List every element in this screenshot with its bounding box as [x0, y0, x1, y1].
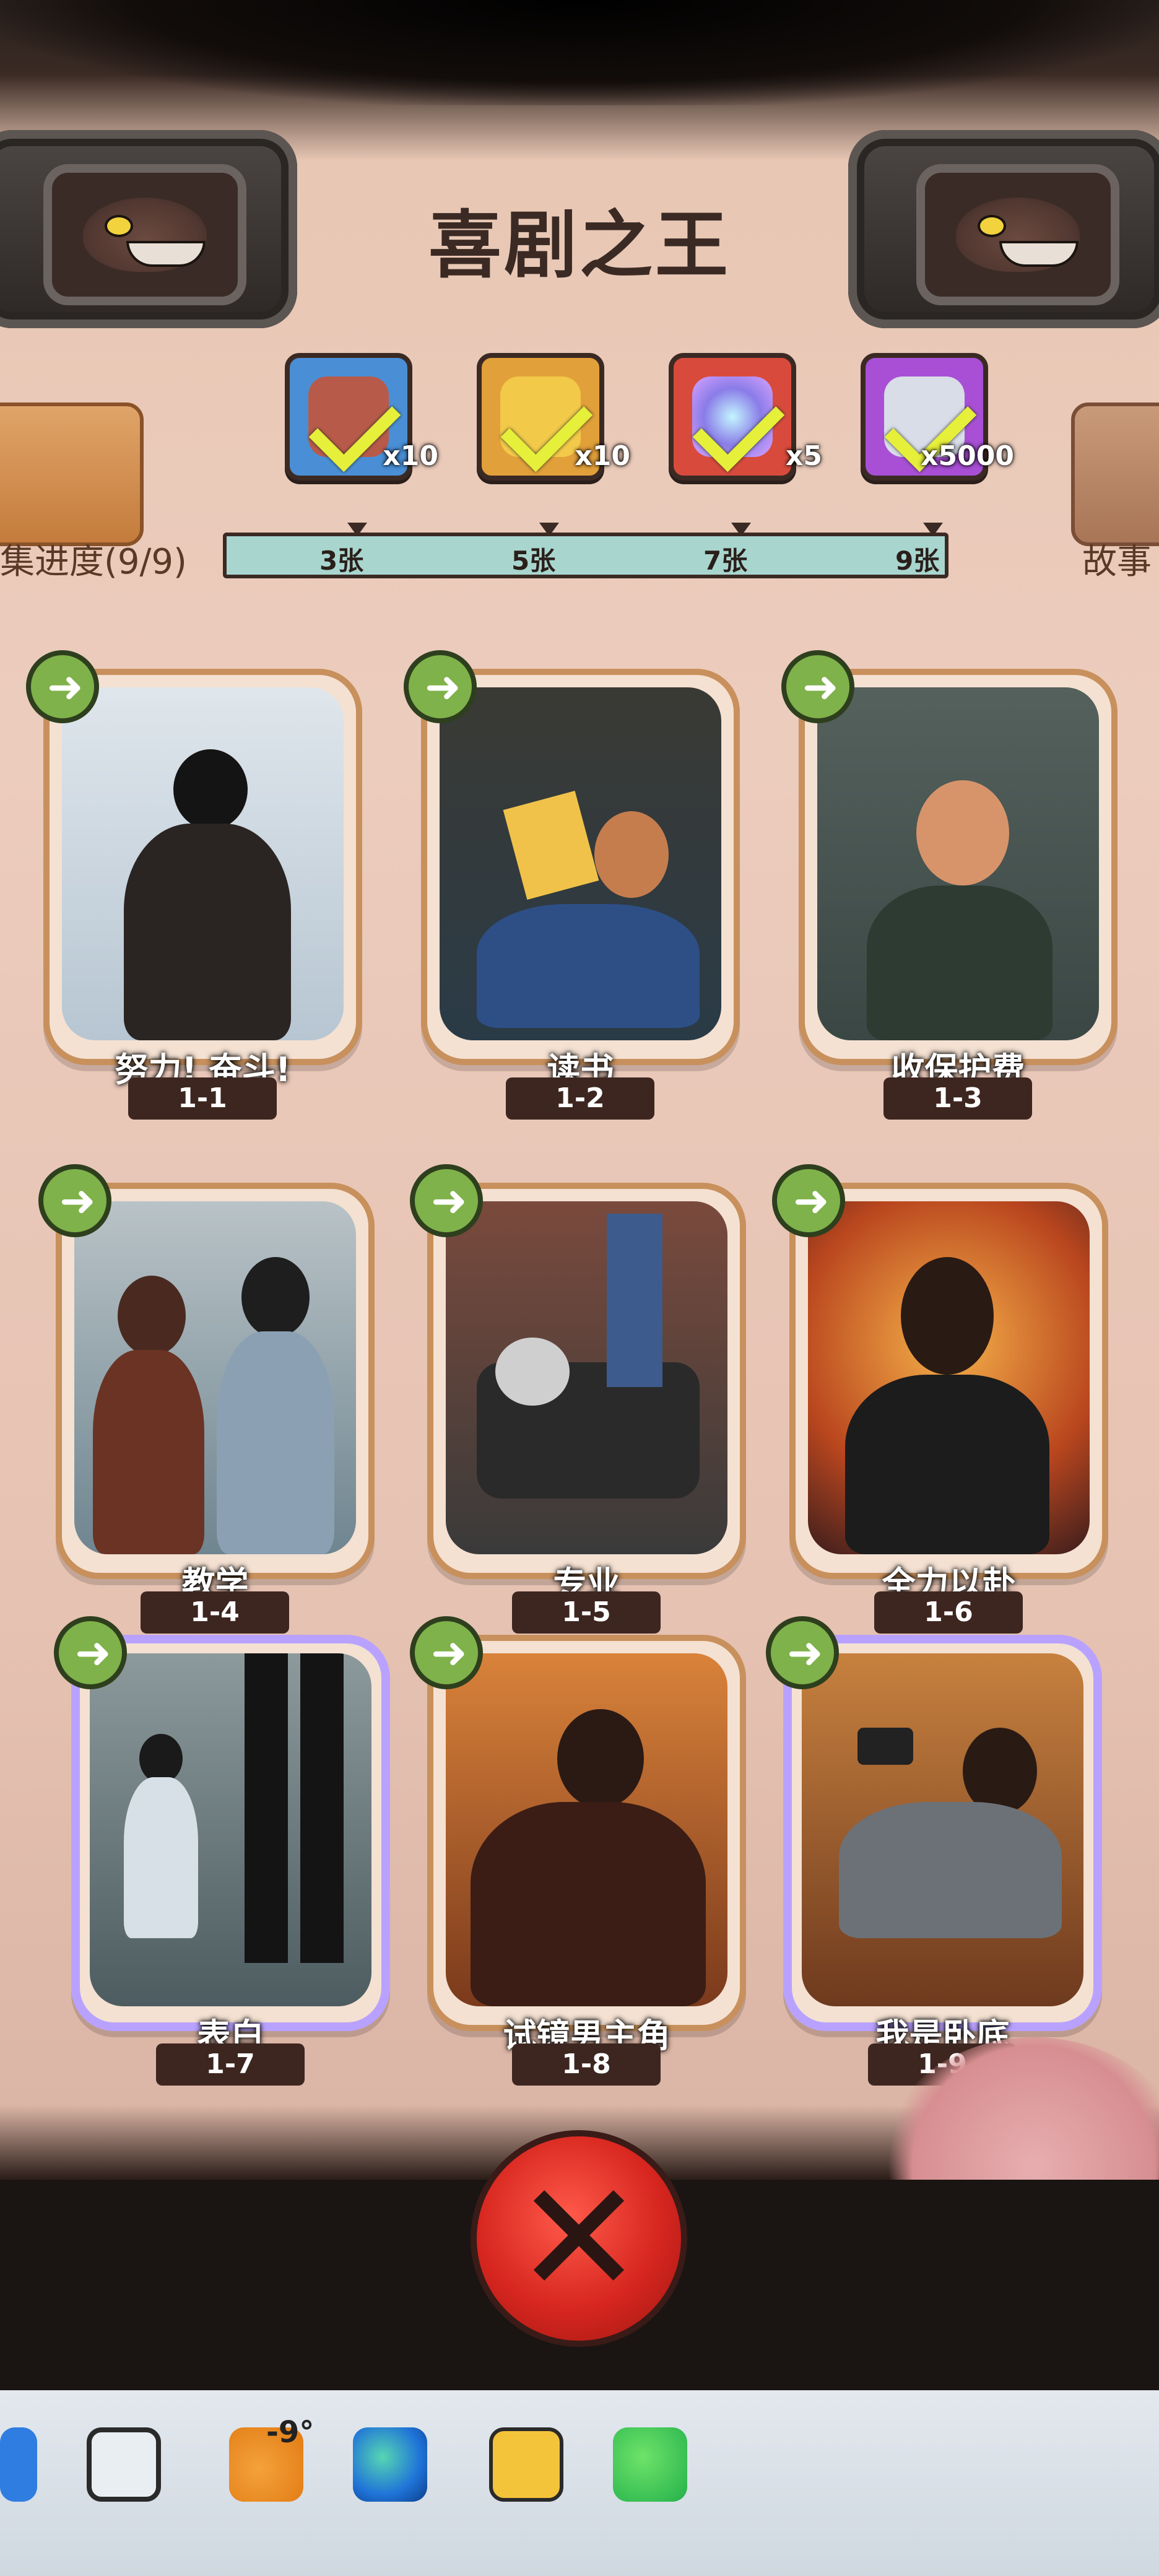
share-icon[interactable]	[410, 1616, 483, 1689]
close-button[interactable]: ✕	[471, 2130, 687, 2347]
gun-icon	[857, 1728, 913, 1765]
book-icon	[503, 791, 599, 900]
character-body	[845, 1375, 1049, 1554]
card-1-5[interactable]: 专业 1-5	[410, 1164, 746, 1634]
character-body	[124, 1777, 198, 1938]
card-art	[802, 1653, 1083, 2006]
character-body	[124, 824, 291, 1040]
file-explorer-icon[interactable]	[87, 2427, 161, 2502]
card-art	[446, 1201, 727, 1554]
edge-browser-icon[interactable]	[353, 2427, 427, 2502]
character-body	[93, 1350, 204, 1554]
card-grid: 努力! 奋斗! 1-1 读书 1-2 收保护费 1-3	[0, 0, 1159, 2105]
app-launcher-icon[interactable]	[489, 2427, 563, 2502]
card-1-4[interactable]: 教学 1-4	[38, 1164, 375, 1634]
card-number: 1-1	[128, 1077, 277, 1120]
character-head	[557, 1709, 644, 1808]
character-head	[173, 749, 248, 830]
card-art	[90, 1653, 371, 2006]
share-icon[interactable]	[781, 650, 854, 723]
card-art	[62, 687, 344, 1040]
card-art	[817, 687, 1099, 1040]
wechat-icon[interactable]	[613, 2427, 687, 2502]
card-1-3[interactable]: 收保护费 1-3	[781, 650, 1118, 1120]
character-body	[839, 1802, 1062, 1938]
share-icon[interactable]	[772, 1164, 845, 1237]
card-1-6[interactable]: 全力以赴 1-6	[772, 1164, 1108, 1634]
card-number: 1-4	[141, 1591, 289, 1634]
character-head	[594, 811, 669, 898]
card-1-9[interactable]: 我是卧底 1-9	[766, 1616, 1102, 2086]
card-art	[446, 1653, 727, 2006]
share-icon[interactable]	[26, 650, 99, 723]
card-1-8[interactable]: 试镜男主角 1-8	[410, 1616, 746, 2086]
windows-start-icon[interactable]	[0, 2427, 37, 2502]
card-number: 1-3	[883, 1077, 1032, 1120]
share-icon[interactable]	[38, 1164, 111, 1237]
os-taskbar	[0, 2390, 1159, 2576]
card-art	[808, 1201, 1090, 1554]
card-number: 1-5	[512, 1591, 661, 1634]
card-1-2[interactable]: 读书 1-2	[404, 650, 740, 1120]
character-head	[139, 1734, 183, 1783]
character-body	[217, 1331, 334, 1554]
card-1-7[interactable]: 表白 1-7	[54, 1616, 390, 2086]
character-head	[963, 1728, 1037, 1814]
character-body	[471, 1802, 706, 2006]
card-number: 1-2	[506, 1077, 654, 1120]
share-icon[interactable]	[410, 1164, 483, 1237]
character-body	[867, 886, 1053, 1040]
close-icon: ✕	[514, 2148, 644, 2328]
share-icon[interactable]	[404, 650, 477, 723]
leg-icon	[300, 1653, 344, 1963]
share-icon[interactable]	[54, 1616, 127, 1689]
card-art	[440, 687, 721, 1040]
card-number: 1-7	[156, 2043, 305, 2086]
character-head	[916, 780, 1009, 886]
character-head	[901, 1257, 994, 1375]
card-1-1[interactable]: 努力! 奋斗! 1-1	[26, 650, 362, 1120]
character-head	[241, 1257, 310, 1338]
share-icon[interactable]	[766, 1616, 839, 1689]
weather-temperature: -9°	[266, 2415, 315, 2450]
game-screen: 喜剧之王 集进度(9/9) 故事 x10 x10 x5 x5000 3张 5张 …	[0, 0, 1159, 2180]
leg-icon	[245, 1653, 288, 1963]
leg-icon	[607, 1214, 662, 1387]
character-head	[118, 1276, 186, 1356]
card-number: 1-6	[874, 1591, 1023, 1634]
character-head	[495, 1338, 570, 1406]
card-art	[74, 1201, 356, 1554]
character-body	[477, 904, 700, 1028]
card-number: 1-8	[512, 2043, 661, 2086]
